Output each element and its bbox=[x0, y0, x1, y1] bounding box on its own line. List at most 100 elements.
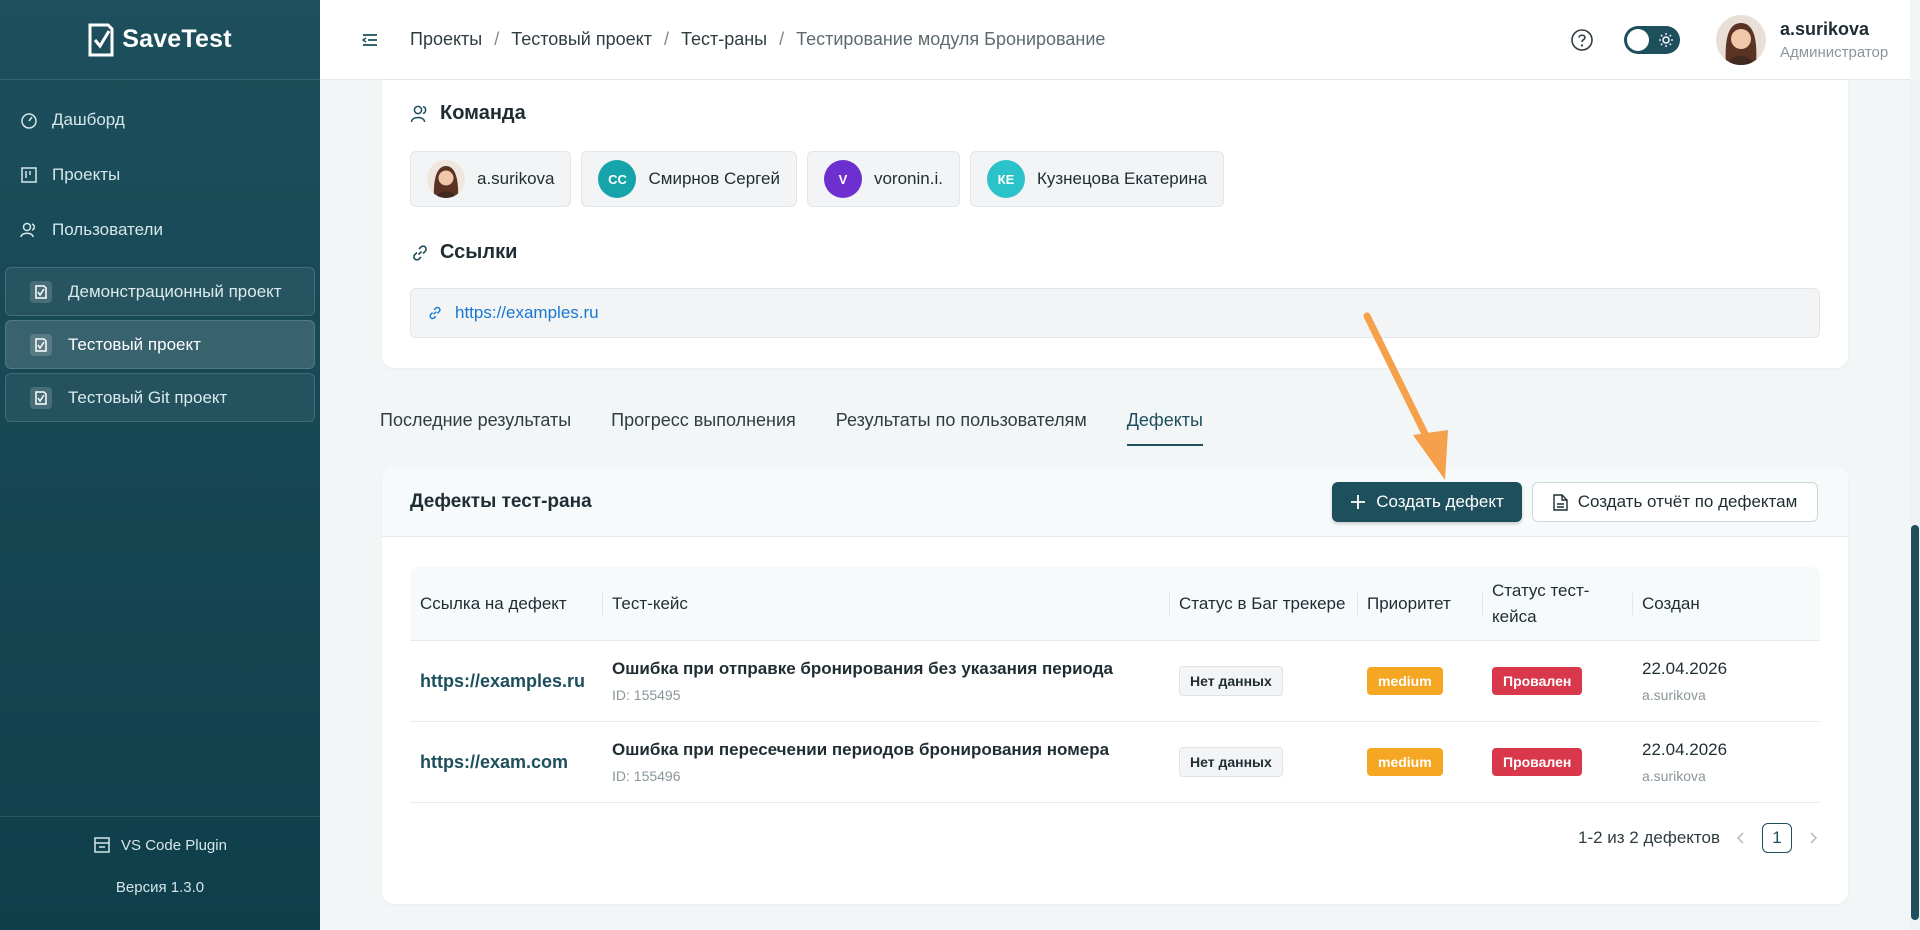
member-avatar: СС bbox=[598, 160, 637, 198]
menu-collapse-icon[interactable] bbox=[360, 30, 380, 50]
breadcrumb-test-runs[interactable]: Тест-раны bbox=[681, 29, 767, 50]
create-report-button[interactable]: Создать отчёт по дефектам bbox=[1532, 482, 1818, 522]
create-defect-button[interactable]: Создать дефект bbox=[1332, 482, 1522, 522]
breadcrumb-project[interactable]: Тестовый проект bbox=[511, 29, 652, 50]
link-icon bbox=[429, 306, 441, 320]
links-section-title: Ссылки bbox=[410, 241, 517, 264]
run-details-card: Команда a.surikova СС Смирнов Сергей V v… bbox=[382, 80, 1848, 368]
pagination: 1-2 из 2 дефектов 1 bbox=[1578, 823, 1820, 853]
team-title: Команда bbox=[440, 102, 526, 124]
cell-priority: medium bbox=[1357, 722, 1482, 802]
cell-tracker-status: Нет данных bbox=[1169, 722, 1357, 802]
team-members: a.surikova СС Смирнов Сергей V voronin.i… bbox=[410, 151, 1225, 207]
defect-link[interactable]: https://examples.ru bbox=[420, 671, 592, 692]
defects-title: Дефекты тест-рана bbox=[410, 491, 592, 512]
cell-test-case: Ошибка при отправке бронирования без ука… bbox=[602, 641, 1169, 721]
defects-table: Ссылка на дефект Тест-кейс Статус в Баг … bbox=[410, 567, 1820, 803]
top-header: Проекты / Тестовый проект / Тест-раны / … bbox=[320, 0, 1910, 80]
test-case-title[interactable]: Ошибка при отправке бронирования без ука… bbox=[612, 659, 1159, 679]
page-scrollbar[interactable] bbox=[1910, 80, 1920, 930]
nav-item-dashboard[interactable]: Дашборд bbox=[0, 92, 320, 147]
member-avatar bbox=[427, 160, 465, 198]
defects-card-header: Дефекты тест-рана Создать дефект Создать… bbox=[382, 467, 1848, 537]
breadcrumb-separator: / bbox=[663, 29, 669, 49]
table-row: https://exam.com Ошибка при пересечении … bbox=[410, 722, 1820, 803]
cell-case-status: Провален bbox=[1482, 722, 1632, 802]
nav-label: Проекты bbox=[52, 164, 121, 184]
create-defect-label: Создать дефект bbox=[1376, 492, 1504, 511]
nav-item-projects[interactable]: Проекты bbox=[0, 147, 320, 202]
links-list: https://examples.ru bbox=[410, 288, 1820, 338]
test-case-id: ID: 155495 bbox=[612, 687, 681, 703]
team-member[interactable]: СС Смирнов Сергей bbox=[581, 151, 797, 207]
project-label: Тестовый Git проект bbox=[68, 387, 228, 407]
breadcrumb-current: Тестирование модуля Бронирование bbox=[796, 29, 1106, 49]
project-item[interactable]: Тестовый Git проект bbox=[5, 373, 315, 422]
help-icon[interactable] bbox=[1570, 28, 1594, 52]
scrollbar-thumb[interactable] bbox=[1911, 525, 1919, 920]
create-report-label: Создать отчёт по дефектам bbox=[1577, 492, 1798, 511]
team-member[interactable]: КЕ Кузнецова Екатерина bbox=[969, 151, 1225, 207]
app-name: SaveTest bbox=[122, 25, 232, 53]
cell-defect-link: https://exam.com bbox=[410, 722, 602, 802]
tab-user-results[interactable]: Результаты по пользователям bbox=[836, 398, 1087, 446]
page-button-current[interactable]: 1 bbox=[1762, 823, 1792, 853]
breadcrumb: Проекты / Тестовый проект / Тест-раны / … bbox=[410, 29, 1105, 50]
tab-latest-results[interactable]: Последние результаты bbox=[380, 398, 571, 446]
table-header: Ссылка на дефект Тест-кейс Статус в Баг … bbox=[410, 567, 1820, 641]
toggle-knob bbox=[1627, 29, 1649, 51]
team-member[interactable]: V voronin.i. bbox=[806, 151, 960, 207]
project-label: Тестовый проект bbox=[68, 334, 201, 354]
chevron-right-icon[interactable] bbox=[1806, 831, 1820, 845]
user-role: Администратор bbox=[1780, 44, 1889, 61]
cell-test-case: Ошибка при пересечении периодов брониров… bbox=[602, 722, 1169, 802]
project-label: Демонстрационный проект bbox=[68, 281, 282, 301]
tab-defects[interactable]: Дефекты bbox=[1126, 398, 1204, 446]
team-member[interactable]: a.surikova bbox=[410, 151, 572, 207]
nav-label: Пользователи bbox=[52, 219, 163, 239]
project-item-active[interactable]: Тестовый проект bbox=[5, 320, 315, 369]
breadcrumb-projects[interactable]: Проекты bbox=[410, 29, 482, 50]
test-case-title[interactable]: Ошибка при пересечении периодов брониров… bbox=[612, 740, 1159, 760]
column-case-status: Статус тест-кейса bbox=[1482, 567, 1632, 640]
tracker-status-badge: Нет данных bbox=[1179, 747, 1283, 777]
logo-icon bbox=[88, 23, 114, 56]
sidebar-footer: VS Code Plugin Версия 1.3.0 bbox=[0, 816, 320, 930]
column-priority: Приоритет bbox=[1357, 567, 1482, 640]
defect-link[interactable]: https://exam.com bbox=[420, 752, 592, 773]
external-link[interactable]: https://examples.ru bbox=[455, 303, 599, 323]
cell-created: 22.04.2026 a.surikova bbox=[1632, 722, 1820, 802]
cell-tracker-status: Нет данных bbox=[1169, 641, 1357, 721]
member-name: a.surikova bbox=[477, 169, 555, 188]
project-list: Демонстрационный проект Тестовый проект … bbox=[0, 257, 320, 422]
plugin-label: VS Code Plugin bbox=[121, 836, 227, 854]
theme-toggle[interactable] bbox=[1624, 26, 1680, 54]
nav-item-users[interactable]: Пользователи bbox=[0, 202, 320, 257]
created-by: a.surikova bbox=[1642, 687, 1706, 703]
board-icon bbox=[21, 166, 37, 183]
sidebar: SaveTest Дашборд Проекты Пользователи Де… bbox=[0, 0, 320, 930]
user-name: a.surikova bbox=[1780, 19, 1870, 39]
project-icon bbox=[30, 386, 52, 409]
app-logo[interactable]: SaveTest bbox=[0, 0, 320, 80]
vscode-plugin-link[interactable]: VS Code Plugin bbox=[0, 817, 320, 873]
project-item[interactable]: Демонстрационный проект bbox=[5, 267, 315, 316]
breadcrumb-separator: / bbox=[494, 29, 500, 49]
column-created: Создан bbox=[1632, 567, 1820, 640]
defects-card: Дефекты тест-рана Создать дефект Создать… bbox=[382, 467, 1848, 904]
users-icon bbox=[20, 222, 35, 237]
column-tracker-status: Статус в Баг трекере bbox=[1169, 567, 1357, 640]
user-info[interactable]: a.surikova Администратор bbox=[1780, 19, 1910, 61]
user-avatar[interactable] bbox=[1716, 15, 1766, 65]
plus-icon bbox=[1351, 495, 1366, 509]
pagination-summary: 1-2 из 2 дефектов bbox=[1577, 828, 1720, 847]
test-case-id: ID: 155496 bbox=[612, 768, 681, 784]
chevron-left-icon[interactable] bbox=[1734, 831, 1748, 845]
team-icon bbox=[410, 105, 427, 122]
priority-badge: medium bbox=[1367, 748, 1443, 776]
tab-progress[interactable]: Прогресс выполнения bbox=[611, 398, 796, 446]
cell-case-status: Провален bbox=[1482, 641, 1632, 721]
link-icon bbox=[413, 244, 427, 261]
project-icon bbox=[30, 333, 52, 356]
column-test-case: Тест-кейс bbox=[602, 567, 1169, 640]
